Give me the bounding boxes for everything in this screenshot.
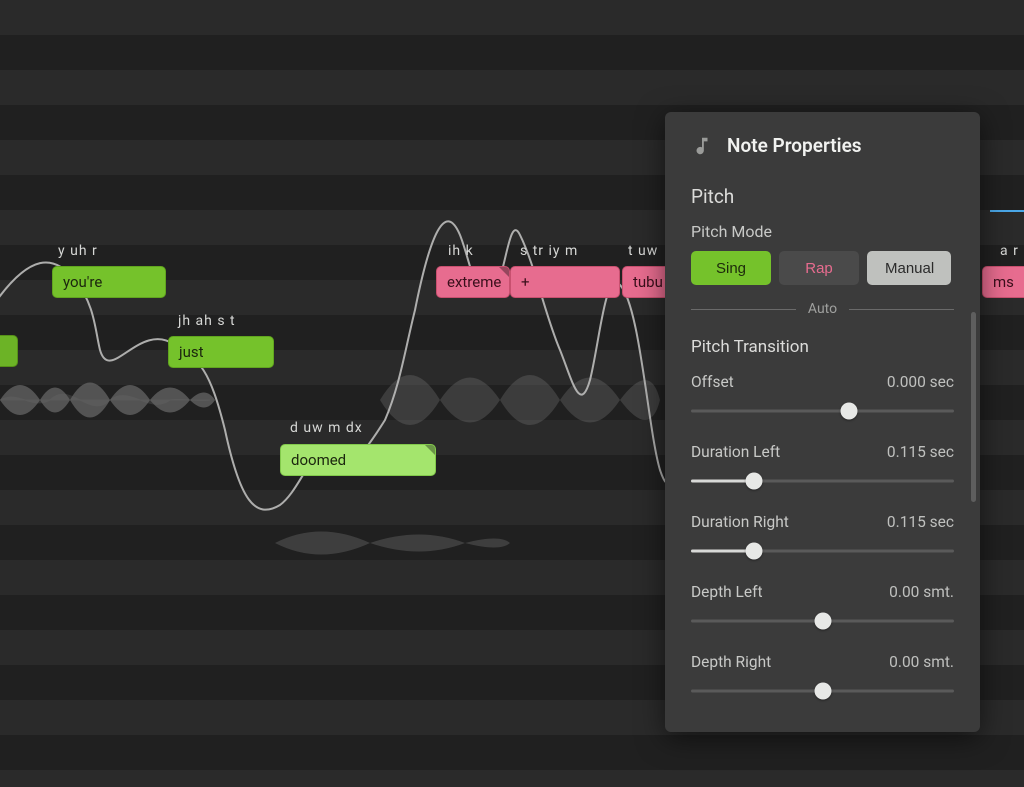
pitch-mode-sing-button[interactable]: Sing	[691, 251, 771, 285]
section-heading-pitch: Pitch	[691, 185, 954, 208]
note-lyric: ms	[993, 273, 1014, 291]
panel-scrollbar[interactable]	[971, 312, 976, 502]
note-properties-panel: Note Properties Pitch Pitch Mode Sing Ra…	[665, 112, 980, 732]
panel-title-row: Note Properties	[691, 134, 954, 157]
note-block-ms[interactable]: ms	[982, 266, 1024, 298]
slider-duration-left[interactable]: Duration Left 0.115 sec	[691, 443, 954, 491]
pitch-mode-segmented: Sing Rap Manual	[691, 251, 954, 285]
note-lyric: +	[521, 273, 530, 291]
phoneme-label: ih k	[448, 243, 474, 259]
note-lyric: tubu	[633, 273, 663, 291]
phoneme-label: y uh r	[58, 243, 98, 259]
pitch-mode-rap-button[interactable]: Rap	[779, 251, 859, 285]
note-corner-icon	[499, 267, 509, 277]
pitch-mode-manual-button[interactable]: Manual	[867, 251, 951, 285]
note-lyric: just	[179, 343, 204, 361]
pitch-mode-label: Pitch Mode	[691, 222, 954, 241]
slider-offset[interactable]: Offset 0.000 sec	[691, 373, 954, 421]
note-block-just[interactable]: just	[168, 336, 274, 368]
note-block-youre[interactable]: you're	[52, 266, 166, 298]
note-block-extreme[interactable]: extreme	[436, 266, 510, 298]
phoneme-label: d uw m dx	[290, 420, 363, 436]
note-block-plus[interactable]: +	[510, 266, 620, 298]
slider-track[interactable]	[691, 681, 954, 701]
note-lyric: doomed	[291, 451, 346, 469]
slider-value: 0.000 sec	[887, 373, 954, 391]
slider-track[interactable]	[691, 611, 954, 631]
note-corner-icon	[425, 445, 435, 455]
automation-line	[990, 210, 1024, 212]
slider-depth-left[interactable]: Depth Left 0.00 smt.	[691, 583, 954, 631]
slider-value: 0.115 sec	[887, 513, 954, 531]
slider-label: Depth Right	[691, 653, 771, 671]
slider-track[interactable]	[691, 471, 954, 491]
slider-value: 0.115 sec	[887, 443, 954, 461]
note-block[interactable]	[0, 335, 18, 367]
slider-value: 0.00 smt.	[889, 583, 954, 601]
auto-separator: Auto	[691, 301, 954, 317]
music-note-icon	[691, 135, 713, 157]
separator-line	[849, 309, 954, 310]
slider-label: Depth Left	[691, 583, 763, 601]
note-lyric: you're	[63, 273, 102, 291]
phoneme-label: a r m	[1000, 243, 1024, 259]
panel-title-text: Note Properties	[727, 134, 862, 157]
slider-label: Duration Left	[691, 443, 780, 461]
slider-duration-right[interactable]: Duration Right 0.115 sec	[691, 513, 954, 561]
slider-track[interactable]	[691, 541, 954, 561]
slider-label: Offset	[691, 373, 734, 391]
separator-line	[691, 309, 796, 310]
slider-track[interactable]	[691, 401, 954, 421]
phoneme-label: s tr iy m	[520, 243, 578, 259]
slider-label: Duration Right	[691, 513, 789, 531]
auto-label: Auto	[808, 301, 837, 317]
phoneme-label: t uw	[628, 243, 658, 259]
note-lyric: extreme	[447, 273, 501, 291]
slider-depth-right[interactable]: Depth Right 0.00 smt.	[691, 653, 954, 701]
note-block-doomed-selected[interactable]: doomed	[280, 444, 436, 476]
section-heading-transition: Pitch Transition	[691, 337, 954, 357]
slider-value: 0.00 smt.	[889, 653, 954, 671]
phoneme-label: jh ah s t	[178, 313, 236, 329]
